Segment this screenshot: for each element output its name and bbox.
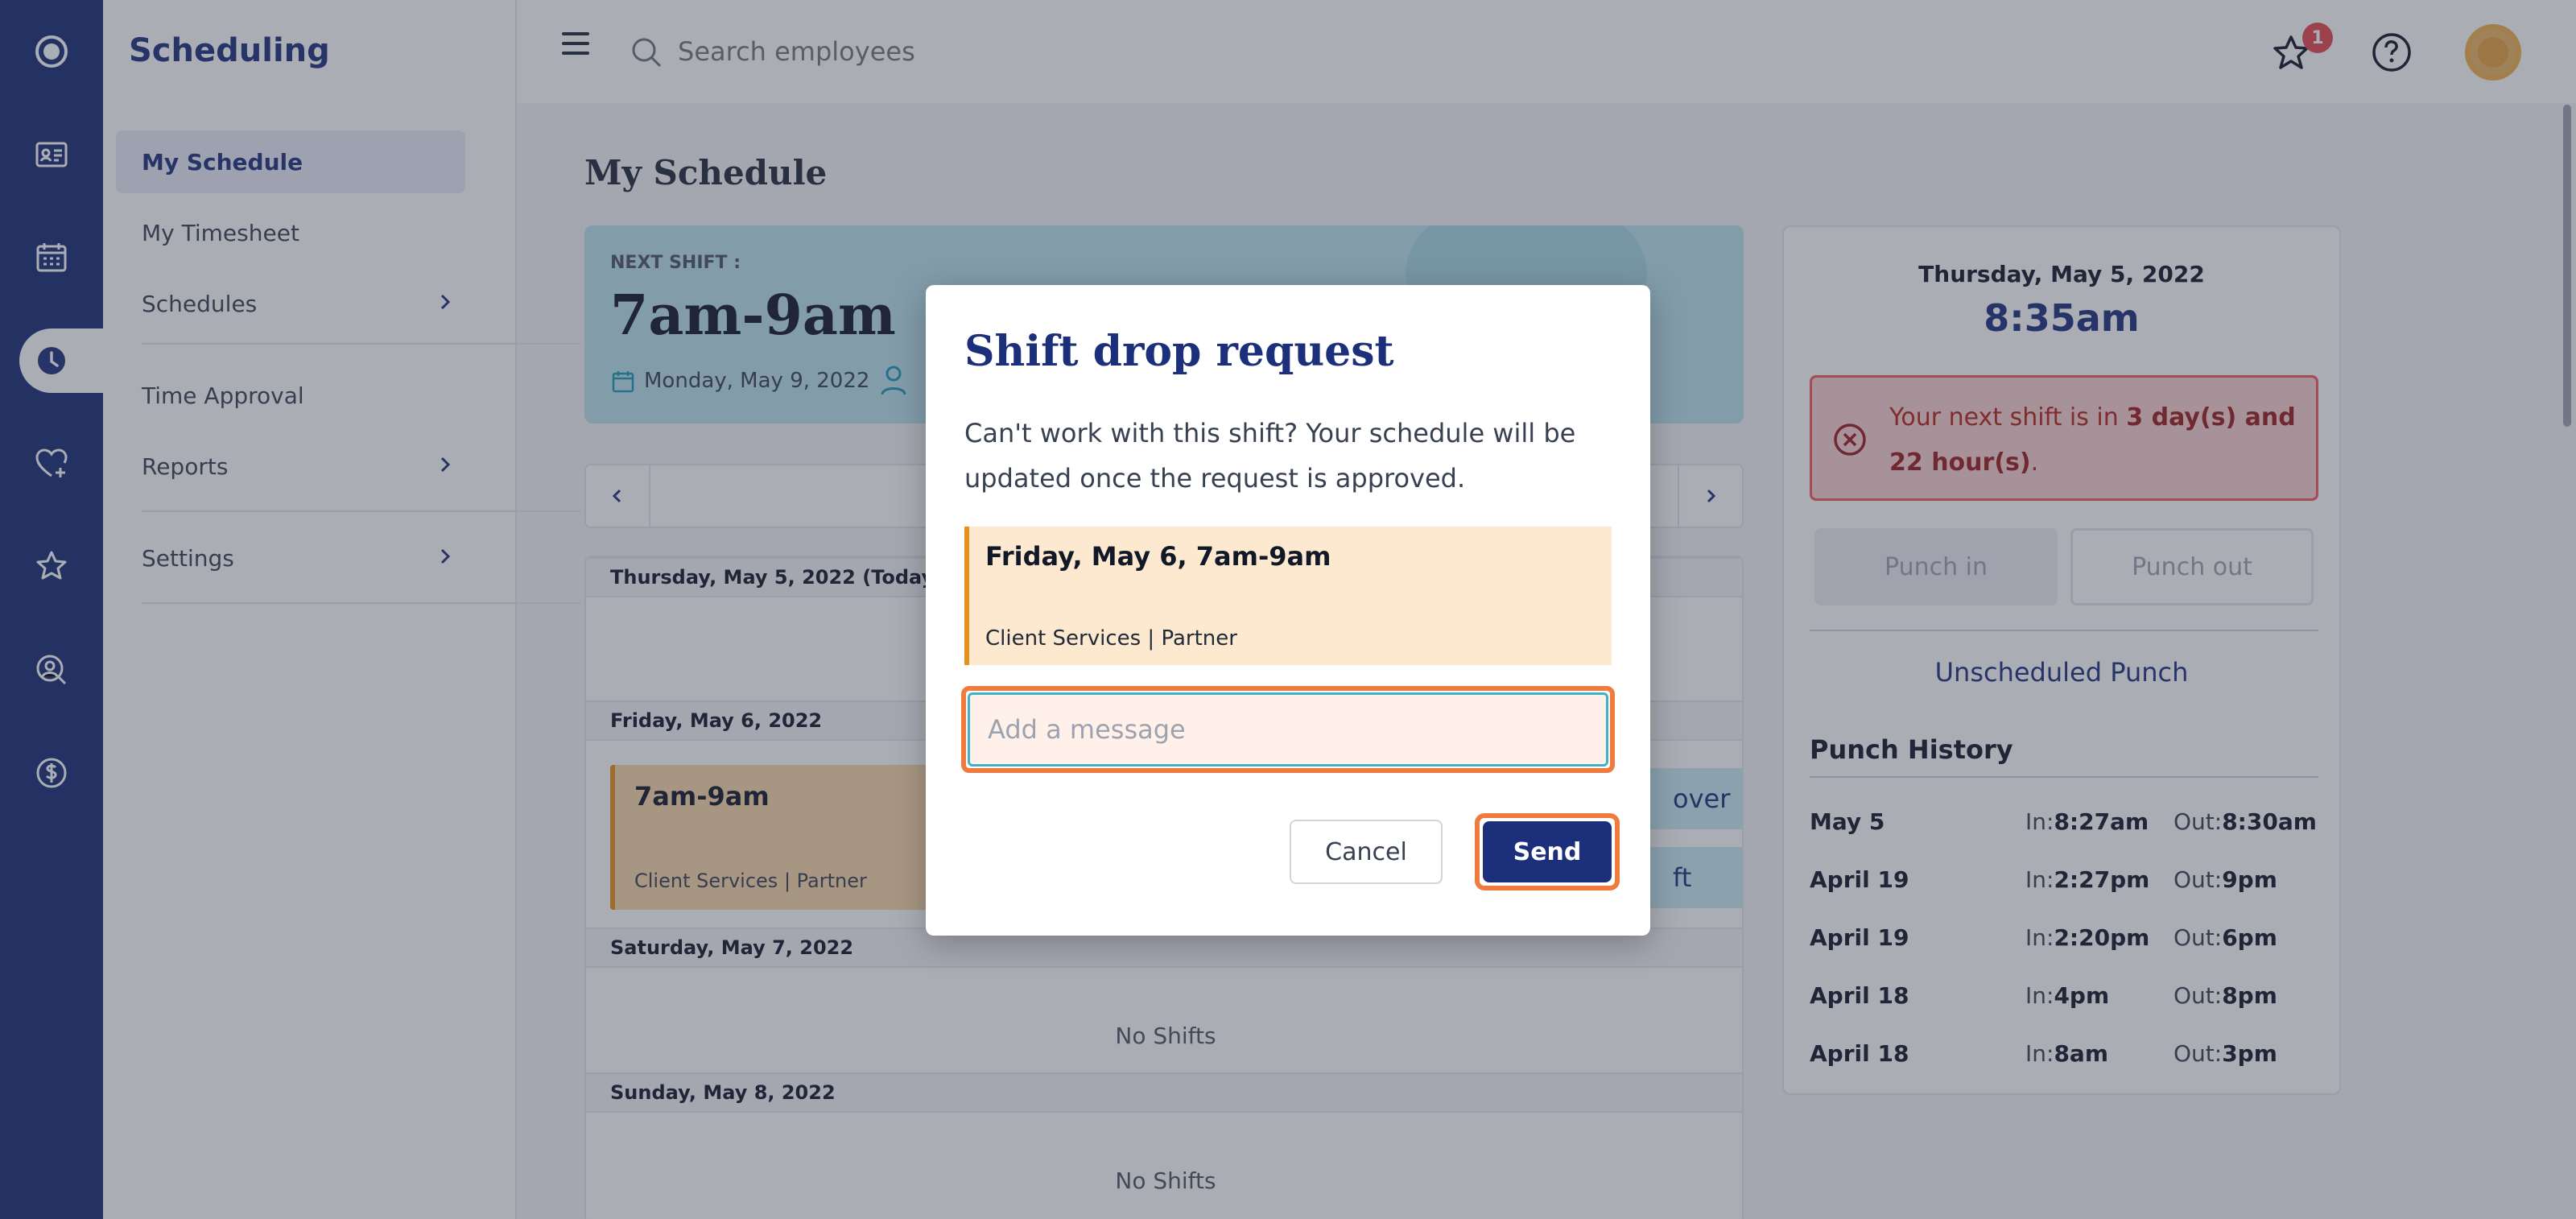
message-input[interactable]	[968, 692, 1608, 767]
cancel-button[interactable]: Cancel	[1290, 820, 1443, 884]
message-field-highlight	[961, 686, 1615, 773]
send-button[interactable]: Send	[1483, 821, 1612, 882]
shift-drop-dialog: Shift drop request Can't work with this …	[926, 285, 1650, 936]
dialog-description: Can't work with this shift? Your schedul…	[964, 418, 1576, 494]
dialog-shift-title: Friday, May 6, 7am-9am	[985, 541, 1331, 572]
dialog-shift-card: Friday, May 6, 7am-9am Client Services |…	[964, 527, 1612, 665]
dialog-shift-subtitle: Client Services | Partner	[985, 626, 1237, 651]
send-button-highlight: Send	[1475, 813, 1620, 890]
dialog-title: Shift drop request	[964, 327, 1394, 376]
